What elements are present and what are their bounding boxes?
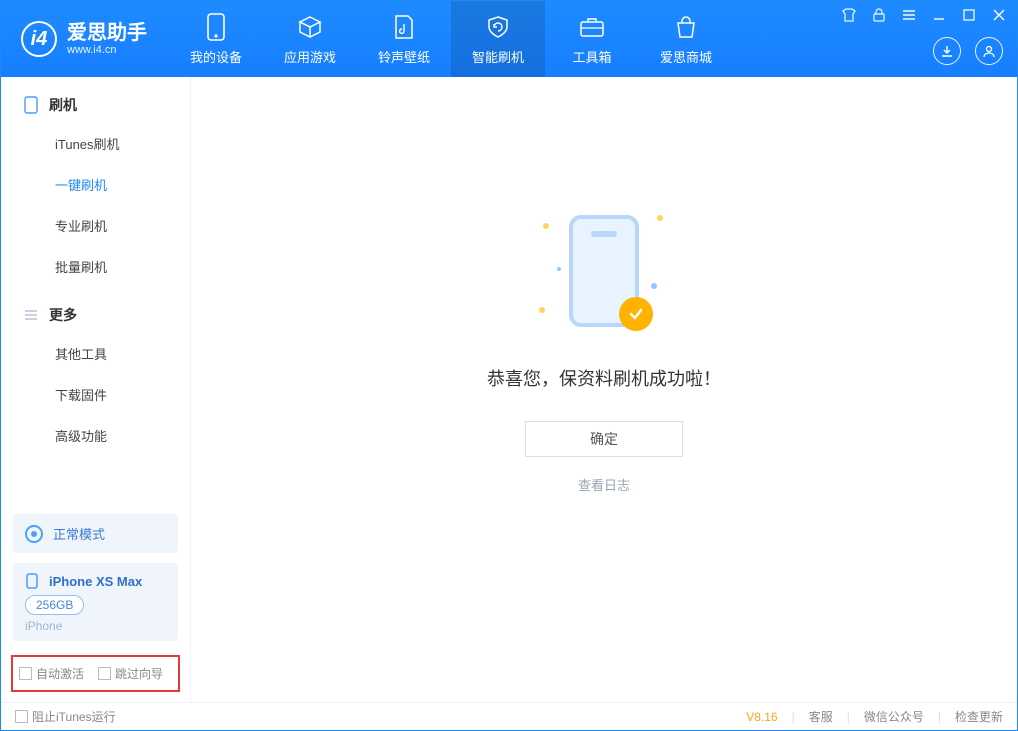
app-header: i4 爱思助手 www.i4.cn 我的设备 应用游戏 铃声壁纸 bbox=[1, 1, 1017, 77]
group-label: 刷机 bbox=[49, 95, 77, 115]
checkbox-auto-activate[interactable]: 自动激活 bbox=[19, 665, 84, 682]
mode-label: 正常模式 bbox=[53, 524, 105, 543]
sidebar-item-other-tools[interactable]: 其他工具 bbox=[1, 333, 190, 374]
header-actions bbox=[933, 37, 1003, 65]
checkmark-badge-icon bbox=[619, 297, 653, 331]
checkbox-label: 阻止iTunes运行 bbox=[32, 708, 116, 725]
list-icon bbox=[23, 307, 39, 323]
sidebar-item-oneclick-flash[interactable]: 一键刷机 bbox=[1, 164, 190, 205]
device-card[interactable]: iPhone XS Max 256GB iPhone bbox=[13, 563, 178, 641]
maximize-icon[interactable] bbox=[959, 5, 979, 25]
sidebar-item-pro-flash[interactable]: 专业刷机 bbox=[1, 205, 190, 246]
phone-icon bbox=[202, 13, 230, 41]
sidebar-item-itunes-flash[interactable]: iTunes刷机 bbox=[1, 123, 190, 164]
download-button[interactable] bbox=[933, 37, 961, 65]
flash-options-row: 自动激活 跳过向导 bbox=[11, 655, 180, 692]
main-content: 恭喜您，保资料刷机成功啦！ 确定 查看日志 bbox=[191, 77, 1017, 702]
status-bar: 阻止iTunes运行 V8.16 | 客服 | 微信公众号 | 检查更新 bbox=[1, 702, 1017, 730]
nav-label: 铃声壁纸 bbox=[378, 47, 430, 66]
close-icon[interactable] bbox=[989, 5, 1009, 25]
nav-apps-games[interactable]: 应用游戏 bbox=[263, 1, 357, 77]
checkbox-box-icon bbox=[15, 710, 28, 723]
check-update-link[interactable]: 检查更新 bbox=[955, 708, 1003, 725]
checkbox-skip-guide[interactable]: 跳过向导 bbox=[98, 665, 163, 682]
sidebar-group-more: 更多 bbox=[1, 287, 190, 333]
device-type: iPhone bbox=[25, 619, 166, 633]
checkbox-label: 跳过向导 bbox=[115, 665, 163, 682]
group-label: 更多 bbox=[49, 305, 77, 325]
window-controls bbox=[839, 5, 1009, 25]
version-label: V8.16 bbox=[746, 710, 777, 724]
sidebar-item-download-firmware[interactable]: 下载固件 bbox=[1, 374, 190, 415]
sidebar: 刷机 iTunes刷机 一键刷机 专业刷机 批量刷机 更多 其他工具 下载固件 … bbox=[1, 77, 191, 702]
device-name: iPhone XS Max bbox=[49, 574, 142, 589]
sidebar-item-advanced[interactable]: 高级功能 bbox=[1, 415, 190, 456]
checkbox-box-icon bbox=[98, 667, 111, 680]
success-message: 恭喜您，保资料刷机成功啦！ bbox=[487, 365, 721, 391]
nav-label: 智能刷机 bbox=[472, 47, 524, 66]
logo-text: 爱思助手 www.i4.cn bbox=[67, 22, 147, 56]
mode-icon bbox=[25, 525, 43, 543]
sidebar-item-batch-flash[interactable]: 批量刷机 bbox=[1, 246, 190, 287]
app-url: www.i4.cn bbox=[67, 44, 147, 56]
logo[interactable]: i4 爱思助手 www.i4.cn bbox=[1, 1, 169, 77]
success-illustration bbox=[539, 207, 669, 337]
refresh-shield-icon bbox=[484, 13, 512, 41]
nav-label: 应用游戏 bbox=[284, 47, 336, 66]
nav-label: 爱思商城 bbox=[660, 47, 712, 66]
phone-small-icon bbox=[25, 573, 41, 589]
checkbox-block-itunes[interactable]: 阻止iTunes运行 bbox=[15, 708, 116, 725]
nav-store[interactable]: 爱思商城 bbox=[639, 1, 733, 77]
menu-icon[interactable] bbox=[899, 5, 919, 25]
logo-icon: i4 bbox=[21, 21, 57, 57]
support-link[interactable]: 客服 bbox=[809, 708, 833, 725]
lock-icon[interactable] bbox=[869, 5, 889, 25]
minimize-icon[interactable] bbox=[929, 5, 949, 25]
mode-card-normal[interactable]: 正常模式 bbox=[13, 514, 178, 553]
nav-rings-wallpapers[interactable]: 铃声壁纸 bbox=[357, 1, 451, 77]
top-nav: 我的设备 应用游戏 铃声壁纸 智能刷机 工具箱 bbox=[169, 1, 733, 77]
view-log-link[interactable]: 查看日志 bbox=[578, 475, 630, 494]
music-file-icon bbox=[390, 13, 418, 41]
profile-button[interactable] bbox=[975, 37, 1003, 65]
nav-smart-flash[interactable]: 智能刷机 bbox=[451, 1, 545, 77]
briefcase-icon bbox=[578, 13, 606, 41]
checkbox-label: 自动激活 bbox=[36, 665, 84, 682]
app-name: 爱思助手 bbox=[67, 22, 147, 44]
device-storage: 256GB bbox=[25, 595, 84, 615]
cube-icon bbox=[296, 13, 324, 41]
nav-label: 我的设备 bbox=[190, 47, 242, 66]
tshirt-icon[interactable] bbox=[839, 5, 859, 25]
sidebar-group-flash: 刷机 bbox=[1, 77, 190, 123]
checkbox-box-icon bbox=[19, 667, 32, 680]
wechat-link[interactable]: 微信公众号 bbox=[864, 708, 924, 725]
nav-toolbox[interactable]: 工具箱 bbox=[545, 1, 639, 77]
nav-label: 工具箱 bbox=[572, 47, 611, 66]
shopping-bag-icon bbox=[672, 13, 700, 41]
device-icon bbox=[23, 97, 39, 113]
nav-my-device[interactable]: 我的设备 bbox=[169, 1, 263, 77]
ok-button[interactable]: 确定 bbox=[525, 421, 683, 457]
